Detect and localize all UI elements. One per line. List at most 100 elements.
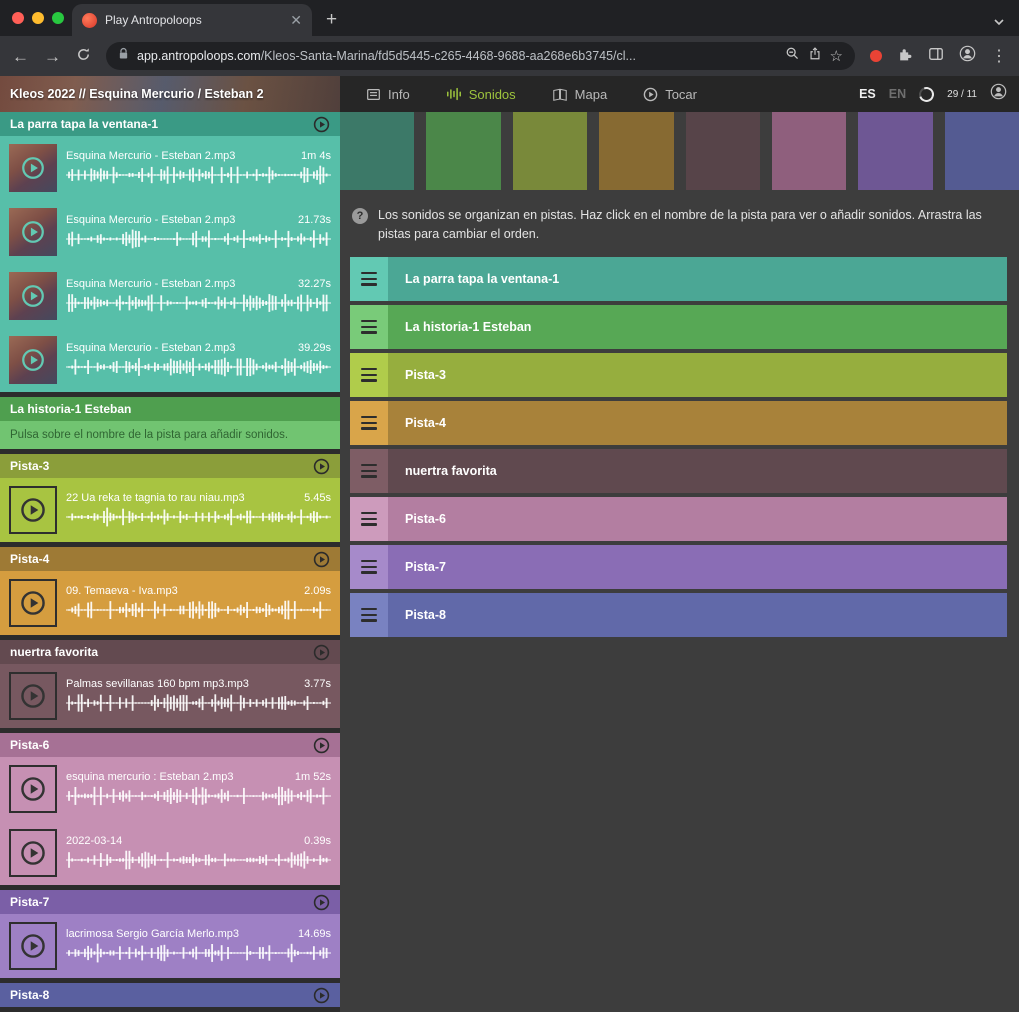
map-icon [552, 88, 568, 101]
sound-row[interactable]: 22 Ua reka te tagnia to rau niau.mp35.45… [0, 478, 340, 542]
track-header[interactable]: Pista-4 [0, 547, 340, 571]
track-header[interactable]: Pista-3 [0, 454, 340, 478]
play-track-icon[interactable] [313, 644, 330, 661]
track-name-bar[interactable]: nuertra favorita [388, 449, 1007, 493]
play-sound-button[interactable] [9, 829, 57, 877]
tab-search-chevron-icon[interactable] [993, 13, 1005, 31]
drag-handle-icon[interactable] [350, 353, 388, 397]
track-section: Pista-322 Ua reka te tagnia to rau niau.… [0, 454, 340, 542]
sound-row[interactable]: lacrimosa Sergio García Merlo.mp314.69s [0, 914, 340, 978]
drag-handle-icon[interactable] [350, 545, 388, 589]
play-track-icon[interactable] [313, 737, 330, 754]
tab-sonidos[interactable]: Sonidos [446, 87, 516, 102]
track-row[interactable]: Pista-6 [350, 497, 1007, 541]
drag-handle-icon[interactable] [350, 305, 388, 349]
browser-tab[interactable]: Play Antropoloops ✕ [72, 4, 312, 36]
track-color-swatch[interactable] [772, 112, 846, 190]
track-name-bar[interactable]: Pista-3 [388, 353, 1007, 397]
tab-title: Play Antropoloops [105, 13, 282, 27]
track-name-bar[interactable]: La historia-1 Esteban [388, 305, 1007, 349]
track-name-bar[interactable]: La parra tapa la ventana-1 [388, 257, 1007, 301]
side-panel-icon[interactable] [928, 46, 944, 67]
loop-counter: 29 / 11 [947, 89, 977, 100]
track-color-swatch[interactable] [945, 112, 1019, 190]
tab-info[interactable]: Info [366, 87, 410, 102]
drag-handle-icon[interactable] [350, 497, 388, 541]
track-row[interactable]: Pista-3 [350, 353, 1007, 397]
user-account-icon[interactable] [990, 83, 1007, 105]
track-row[interactable]: La parra tapa la ventana-1 [350, 257, 1007, 301]
sound-row[interactable]: Esquina Mercurio - Esteban 2.mp321.73s [0, 200, 340, 264]
track-header[interactable]: Pista-8 [0, 983, 340, 1007]
track-color-swatch[interactable] [686, 112, 760, 190]
track-header[interactable]: La historia-1 Esteban [0, 397, 340, 421]
share-icon[interactable] [808, 46, 822, 66]
play-track-icon[interactable] [313, 551, 330, 568]
close-window-button[interactable] [12, 12, 24, 24]
track-header[interactable]: nuertra favorita [0, 640, 340, 664]
track-name-bar[interactable]: Pista-6 [388, 497, 1007, 541]
play-track-icon[interactable] [313, 987, 330, 1004]
track-name-bar[interactable]: Pista-4 [388, 401, 1007, 445]
play-track-icon[interactable] [313, 458, 330, 475]
extensions-puzzle-icon[interactable] [897, 46, 913, 67]
track-name-bar[interactable]: Pista-8 [388, 593, 1007, 637]
play-sound-button[interactable] [9, 486, 57, 534]
track-row[interactable]: Pista-7 [350, 545, 1007, 589]
sound-row[interactable]: Esquina Mercurio - Esteban 2.mp31m 4s [0, 136, 340, 200]
back-icon[interactable]: ← [12, 48, 29, 65]
drag-handle-icon[interactable] [350, 257, 388, 301]
maximize-window-button[interactable] [52, 12, 64, 24]
track-header[interactable]: Pista-7 [0, 890, 340, 914]
bookmark-star-icon[interactable]: ☆ [830, 47, 843, 65]
track-row[interactable]: La historia-1 Esteban [350, 305, 1007, 349]
tab-tocar[interactable]: Tocar [643, 87, 697, 102]
sound-thumbnail[interactable] [9, 336, 57, 384]
sound-thumbnail[interactable] [9, 144, 57, 192]
track-row[interactable]: Pista-8 [350, 593, 1007, 637]
track-name-bar[interactable]: Pista-7 [388, 545, 1007, 589]
forward-icon[interactable]: → [44, 48, 61, 65]
drag-handle-icon[interactable] [350, 401, 388, 445]
track-name: Pista-7 [10, 895, 49, 909]
sound-row[interactable]: 09. Temaeva - Iva.mp32.09s [0, 571, 340, 635]
track-row[interactable]: nuertra favorita [350, 449, 1007, 493]
track-color-swatch[interactable] [340, 112, 414, 190]
minimize-window-button[interactable] [32, 12, 44, 24]
lang-es-button[interactable]: ES [859, 87, 876, 101]
play-track-icon[interactable] [313, 116, 330, 133]
profile-avatar-icon[interactable] [959, 45, 976, 67]
drag-handle-icon[interactable] [350, 449, 388, 493]
zoom-icon[interactable] [785, 46, 800, 66]
track-header[interactable]: La parra tapa la ventana-1 [0, 112, 340, 136]
play-track-icon[interactable] [313, 894, 330, 911]
play-sound-button[interactable] [9, 672, 57, 720]
recording-indicator-icon[interactable] [870, 50, 882, 62]
sound-row[interactable]: Palmas sevillanas 160 bpm mp3.mp33.77s [0, 664, 340, 728]
track-color-swatch[interactable] [858, 112, 932, 190]
sound-row[interactable]: 2022-03-140.39s [0, 821, 340, 885]
track-color-swatch[interactable] [426, 112, 500, 190]
url-bar[interactable]: app.antropoloops.com/Kleos-Santa-Marina/… [106, 42, 855, 70]
tab-mapa[interactable]: Mapa [552, 87, 608, 102]
tab-close-icon[interactable]: ✕ [290, 13, 302, 27]
track-name: Pista-4 [405, 416, 446, 430]
track-row[interactable]: Pista-4 [350, 401, 1007, 445]
play-sound-button[interactable] [9, 765, 57, 813]
new-tab-button[interactable]: + [326, 10, 337, 29]
lang-en-button[interactable]: EN [889, 87, 906, 101]
track-color-swatch[interactable] [513, 112, 587, 190]
reload-icon[interactable] [76, 47, 91, 65]
play-sound-button[interactable] [9, 922, 57, 970]
tab-label: Tocar [665, 87, 697, 102]
play-sound-button[interactable] [9, 579, 57, 627]
browser-menu-kebab-icon[interactable]: ⋮ [991, 46, 1007, 66]
sound-row[interactable]: Esquina Mercurio - Esteban 2.mp339.29s [0, 328, 340, 392]
track-header[interactable]: Pista-6 [0, 733, 340, 757]
sound-row[interactable]: esquina mercurio : Esteban 2.mp31m 52s [0, 757, 340, 821]
sound-thumbnail[interactable] [9, 208, 57, 256]
sound-thumbnail[interactable] [9, 272, 57, 320]
drag-handle-icon[interactable] [350, 593, 388, 637]
track-color-swatch[interactable] [599, 112, 673, 190]
sound-row[interactable]: Esquina Mercurio - Esteban 2.mp332.27s [0, 264, 340, 328]
